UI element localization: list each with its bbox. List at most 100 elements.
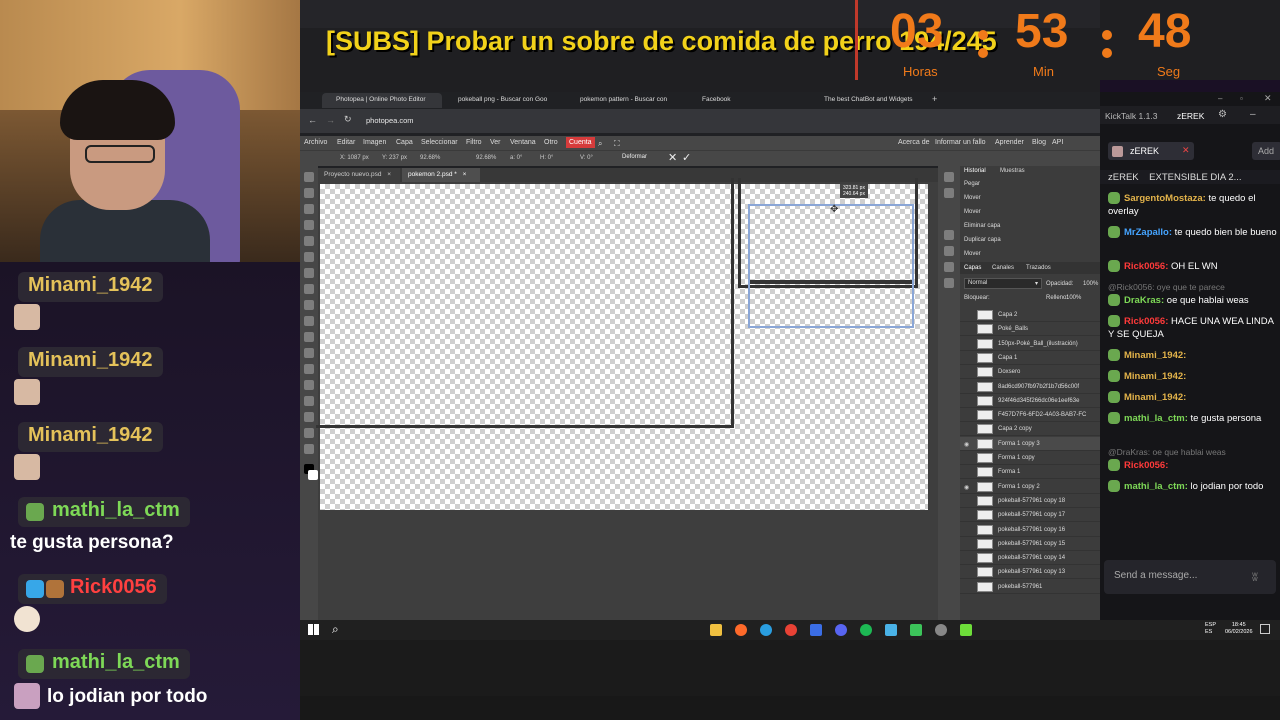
- menu-otro[interactable]: Otro: [544, 139, 558, 146]
- file-explorer-icon[interactable]: [710, 624, 722, 636]
- layer-row[interactable]: pokeball-577961 copy 15: [960, 537, 1100, 551]
- canvas-area[interactable]: 323.81 px 240.64 px ✥: [316, 178, 938, 620]
- history-item[interactable]: Mover: [964, 251, 981, 257]
- css-icon[interactable]: [944, 278, 954, 288]
- layer-row[interactable]: pokeball-577961 copy 14: [960, 551, 1100, 566]
- frame-shape[interactable]: [316, 178, 734, 428]
- search-icon[interactable]: ⌕: [598, 139, 602, 149]
- gradient-tool-icon[interactable]: [304, 332, 314, 342]
- eyedropper-tool-icon[interactable]: [304, 252, 314, 262]
- layer-row[interactable]: pokeball-577961 copy 18: [960, 494, 1100, 508]
- properties-icon[interactable]: [944, 188, 954, 198]
- menu-ventana[interactable]: Ventana: [510, 139, 536, 146]
- deform-button[interactable]: Deformar: [622, 154, 647, 160]
- layer-row[interactable]: 924f46d345f266dc06e1eef63e: [960, 394, 1100, 408]
- close-icon[interactable]: ×: [463, 171, 467, 178]
- menu-informar[interactable]: Informar un fallo: [935, 139, 986, 146]
- language-indicator[interactable]: ESP ES: [1205, 622, 1216, 636]
- url-field[interactable]: photopea.com: [366, 114, 666, 128]
- layer-row[interactable]: ◉ Forma 1 copy 2: [960, 480, 1100, 494]
- transform-w[interactable]: 92.68%: [420, 155, 440, 161]
- cancel-transform-icon[interactable]: ✕: [668, 151, 677, 164]
- layer-row[interactable]: pokeball-577961: [960, 580, 1100, 594]
- kicktalk-channel-tab[interactable]: zEREK: [1177, 111, 1204, 121]
- transform-vskew[interactable]: V: 0°: [580, 155, 593, 161]
- lasso-tool-icon[interactable]: [304, 204, 314, 214]
- layer-row[interactable]: pokeball-577961 copy 13: [960, 565, 1100, 580]
- zoom-tool-icon[interactable]: [304, 444, 314, 454]
- transform-hskew[interactable]: H: 0°: [540, 155, 553, 161]
- streamer-bot-icon[interactable]: [885, 624, 897, 636]
- menu-cuenta[interactable]: Cuenta: [566, 137, 595, 148]
- notifications-icon[interactable]: [1260, 624, 1270, 634]
- layer-row[interactable]: Forma 1: [960, 465, 1100, 480]
- fill-value[interactable]: 100%: [1066, 295, 1081, 301]
- history-item[interactable]: Mover: [964, 195, 981, 201]
- transform-y[interactable]: Y: 237 px: [382, 155, 407, 161]
- frame-line[interactable]: [750, 280, 912, 284]
- spotify-icon[interactable]: [860, 624, 872, 636]
- minimize-icon[interactable]: –: [1250, 109, 1256, 120]
- minimize-icon[interactable]: –: [1218, 94, 1222, 103]
- eye-icon[interactable]: ◉: [964, 441, 969, 448]
- browser-tab[interactable]: pokeball png - Buscar con Goo: [444, 93, 564, 108]
- menu-aprender[interactable]: Aprender: [995, 139, 1024, 146]
- healing-tool-icon[interactable]: [304, 268, 314, 278]
- close-icon[interactable]: ✕: [1182, 145, 1190, 156]
- maximize-icon[interactable]: ▫: [1240, 94, 1243, 103]
- canales-tab[interactable]: Canales: [992, 265, 1014, 271]
- eye-icon[interactable]: ◉: [964, 484, 969, 491]
- back-icon[interactable]: ←: [308, 115, 317, 125]
- marquee-tool-icon[interactable]: [304, 188, 314, 198]
- chrome-icon[interactable]: [785, 624, 797, 636]
- history-item[interactable]: Pegar: [964, 181, 980, 187]
- layer-row[interactable]: Capa 2: [960, 308, 1100, 322]
- browser-tab[interactable]: Facebook: [688, 93, 808, 108]
- layer-row[interactable]: Forma 1 copy: [960, 451, 1100, 465]
- eraser-tool-icon[interactable]: [304, 316, 314, 326]
- fullscreen-icon[interactable]: ⛶: [614, 139, 620, 149]
- clock[interactable]: 18:45 06/02/2026: [1225, 622, 1253, 636]
- app-icon[interactable]: [810, 624, 822, 636]
- chat-username[interactable]: Minami_1942:: [1124, 371, 1186, 382]
- chat-username[interactable]: mathi_la_ctm:: [1124, 481, 1188, 492]
- transform-selection[interactable]: [748, 204, 914, 328]
- stamp-tool-icon[interactable]: [304, 300, 314, 310]
- menu-ver[interactable]: Ver: [490, 139, 501, 146]
- chat-username[interactable]: DraKras:: [1124, 295, 1164, 306]
- blur-tool-icon[interactable]: [304, 348, 314, 358]
- info-icon[interactable]: [944, 172, 954, 182]
- menu-capa[interactable]: Capa: [396, 139, 413, 146]
- shape-tool-icon[interactable]: [304, 412, 314, 422]
- chat-username[interactable]: SargentoMostaza:: [1124, 193, 1206, 204]
- chat-username[interactable]: Minami_1942:: [1124, 350, 1186, 361]
- obs-icon[interactable]: [935, 624, 947, 636]
- dodge-tool-icon[interactable]: [304, 364, 314, 374]
- transform-h[interactable]: 92.68%: [476, 155, 496, 161]
- windows-start-icon[interactable]: [308, 624, 319, 635]
- menu-archivo[interactable]: Archivo: [304, 139, 327, 146]
- capas-tab[interactable]: Capas: [964, 265, 981, 271]
- edge-icon[interactable]: [760, 624, 772, 636]
- kicktalk-icon[interactable]: [960, 624, 972, 636]
- layer-row[interactable]: Doxsero: [960, 365, 1100, 380]
- gear-icon[interactable]: ⚙: [1218, 109, 1227, 120]
- chat-username[interactable]: MrZapallo:: [1124, 227, 1172, 238]
- reload-icon[interactable]: ↻: [344, 114, 352, 125]
- pen-tool-icon[interactable]: [304, 396, 314, 406]
- history-item[interactable]: Eliminar capa: [964, 223, 1000, 229]
- chat-username[interactable]: Rick0056:: [1124, 261, 1168, 272]
- history-item[interactable]: Duplicar capa: [964, 237, 1001, 243]
- layer-row[interactable]: Capa 1: [960, 351, 1100, 365]
- paragraph-icon[interactable]: [944, 262, 954, 272]
- new-tab-button[interactable]: +: [932, 94, 937, 104]
- commit-transform-icon[interactable]: ✓: [682, 151, 691, 164]
- browser-tab[interactable]: pokemon pattern - Buscar con: [566, 93, 686, 108]
- muestras-tab[interactable]: Muestras: [1000, 168, 1025, 174]
- blend-mode-select[interactable]: Normal ▾: [964, 278, 1042, 289]
- emote-picker-icon[interactable]: ʬ: [1252, 570, 1258, 584]
- message-input[interactable]: Send a message...: [1104, 560, 1276, 594]
- menu-api[interactable]: API: [1052, 139, 1063, 146]
- firefox-icon[interactable]: [735, 624, 747, 636]
- chat-username[interactable]: mathi_la_ctm:: [1124, 413, 1188, 424]
